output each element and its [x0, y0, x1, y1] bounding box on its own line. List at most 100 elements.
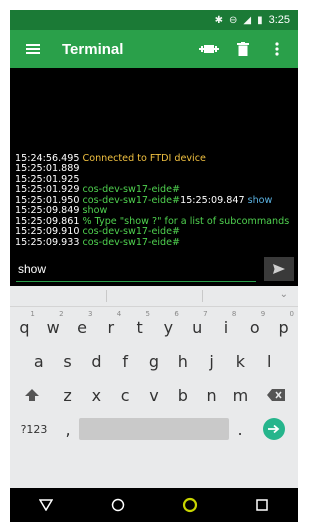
- do-not-disturb-icon: ⊖: [228, 14, 238, 26]
- terminal-text: cos-dev-sw17-eide#: [82, 194, 181, 206]
- key-hint: 8: [231, 309, 237, 318]
- space-key[interactable]: [79, 418, 229, 440]
- back-icon[interactable]: [31, 490, 61, 520]
- terminal-text: cos-dev-sw17-eide#: [82, 226, 181, 237]
- key-hint: 9: [260, 309, 266, 318]
- delete-icon[interactable]: [230, 36, 256, 62]
- key-e[interactable]: e3: [68, 310, 97, 337]
- terminal-timestamp: 15:25:01.929: [15, 184, 83, 195]
- key-label: m: [232, 385, 249, 405]
- send-button[interactable]: [264, 257, 294, 281]
- key-hint: 7: [203, 309, 208, 318]
- symbols-key[interactable]: ?123: [11, 423, 57, 436]
- terminal-output: 15:24:56.495 Connected to FTDI device 15:…: [10, 68, 298, 252]
- terminal-timestamp: 15:25:09.933: [15, 236, 83, 248]
- status-time: 3:25: [268, 14, 290, 26]
- key-label: y: [163, 317, 174, 337]
- key-b[interactable]: b: [168, 386, 197, 405]
- comma-key[interactable]: ,: [57, 420, 79, 439]
- overflow-menu-icon[interactable]: [264, 36, 290, 62]
- keyboard-row-2: asdfgh j kl: [10, 344, 298, 378]
- key-x[interactable]: x: [82, 386, 111, 405]
- key-m[interactable]: m: [226, 386, 255, 405]
- key-a[interactable]: a: [24, 352, 53, 371]
- terminal-text: show: [247, 194, 273, 206]
- key-hint: 3: [87, 309, 93, 318]
- key-f[interactable]: f: [111, 352, 140, 371]
- key-label: b: [177, 385, 188, 405]
- key-label: w: [46, 317, 60, 337]
- menu-icon[interactable]: [26, 44, 40, 54]
- key-label: i: [223, 317, 229, 337]
- key-label: f: [122, 351, 129, 371]
- key-z[interactable]: z: [53, 386, 82, 405]
- key-k[interactable]: k: [226, 352, 255, 371]
- key-q[interactable]: q1: [10, 310, 39, 337]
- key-label: g: [148, 351, 160, 371]
- terminal-timestamp: 15:25:09.910: [15, 226, 83, 237]
- suggestion-bar: ⌄: [10, 286, 298, 307]
- key-label: h: [177, 351, 188, 371]
- key-p[interactable]: p0: [269, 310, 298, 337]
- key-n[interactable]: n: [197, 386, 226, 405]
- key-i[interactable]: i8: [212, 310, 241, 337]
- phone-screen: ✱ ⊖ ◢ ▮ 3:25 Terminal 15:24:56.495 Conne…: [10, 10, 298, 522]
- key-t[interactable]: t5: [125, 310, 154, 337]
- terminal-timestamp: 15:25:09.849: [15, 205, 83, 216]
- key-label: d: [91, 351, 102, 371]
- key-label: r: [107, 317, 115, 337]
- key-d[interactable]: d: [82, 352, 111, 371]
- key-hint: 5: [145, 309, 150, 318]
- key-hint: 4: [116, 309, 122, 318]
- terminal-log: 15:24:56.495 Connected to FTDI device 15:…: [15, 152, 294, 249]
- key-label: z: [63, 385, 72, 405]
- key-y[interactable]: y6: [154, 310, 183, 337]
- key-w[interactable]: w2: [39, 310, 68, 337]
- shift-icon[interactable]: [11, 386, 53, 405]
- key-r[interactable]: r4: [96, 310, 125, 337]
- soft-keyboard: ⌄ q1w2e3r4t5y6u7i8o9p0 asdfghjkl zxcvbnm…: [10, 286, 298, 488]
- command-input[interactable]: show: [16, 256, 256, 282]
- terminal-text: cos-dev-sw17-eide#: [82, 184, 181, 195]
- key-h[interactable]: h: [168, 352, 197, 371]
- key-label: s: [63, 351, 72, 371]
- key-s[interactable]: s: [53, 352, 82, 371]
- command-input-row: show: [10, 252, 298, 286]
- terminal-timestamp: 15:24:56.495: [15, 152, 83, 164]
- key-j[interactable]: j: [197, 352, 226, 371]
- key-hint: 6: [174, 309, 179, 318]
- recents-icon[interactable]: [247, 490, 277, 520]
- chevron-down-icon[interactable]: ⌄: [280, 289, 288, 300]
- key-label: o: [249, 317, 260, 337]
- send-icon: [273, 264, 285, 274]
- assistant-icon[interactable]: [175, 490, 205, 520]
- keyboard-row-4: ?123 , .: [10, 412, 298, 446]
- key-label: u: [192, 317, 203, 337]
- keyboard-row-3: zxcvbnm: [10, 378, 298, 412]
- app-title: Terminal: [62, 40, 124, 58]
- key-label: e: [77, 317, 87, 337]
- key-label: a: [33, 351, 44, 371]
- terminal-text: 15:25:09.847: [180, 194, 248, 206]
- navigation-bar: [10, 488, 298, 522]
- backspace-icon[interactable]: [255, 386, 297, 405]
- home-icon[interactable]: [103, 490, 133, 520]
- key-label: q: [19, 317, 30, 337]
- app-bar: Terminal: [10, 30, 298, 68]
- key-label: c: [120, 385, 130, 405]
- key-v[interactable]: v: [140, 386, 169, 405]
- keyboard-row-1: q1w2e3r4t5y6u7i8o9p0: [10, 310, 298, 344]
- enter-key[interactable]: [251, 418, 297, 440]
- key-label: v: [149, 385, 159, 405]
- key-l[interactable]: l: [255, 352, 284, 371]
- terminal-timestamp: 15:25:01.950: [15, 194, 83, 206]
- key-label: x: [91, 385, 102, 405]
- period-key[interactable]: .: [229, 420, 251, 439]
- key-c[interactable]: c: [111, 386, 140, 405]
- key-u[interactable]: u7: [183, 310, 212, 337]
- key-g[interactable]: g: [140, 352, 169, 371]
- key-o[interactable]: o9: [240, 310, 269, 337]
- terminal-text: show: [82, 205, 108, 216]
- bluetooth-icon: ✱: [214, 14, 223, 26]
- connect-plug-icon[interactable]: [196, 36, 222, 62]
